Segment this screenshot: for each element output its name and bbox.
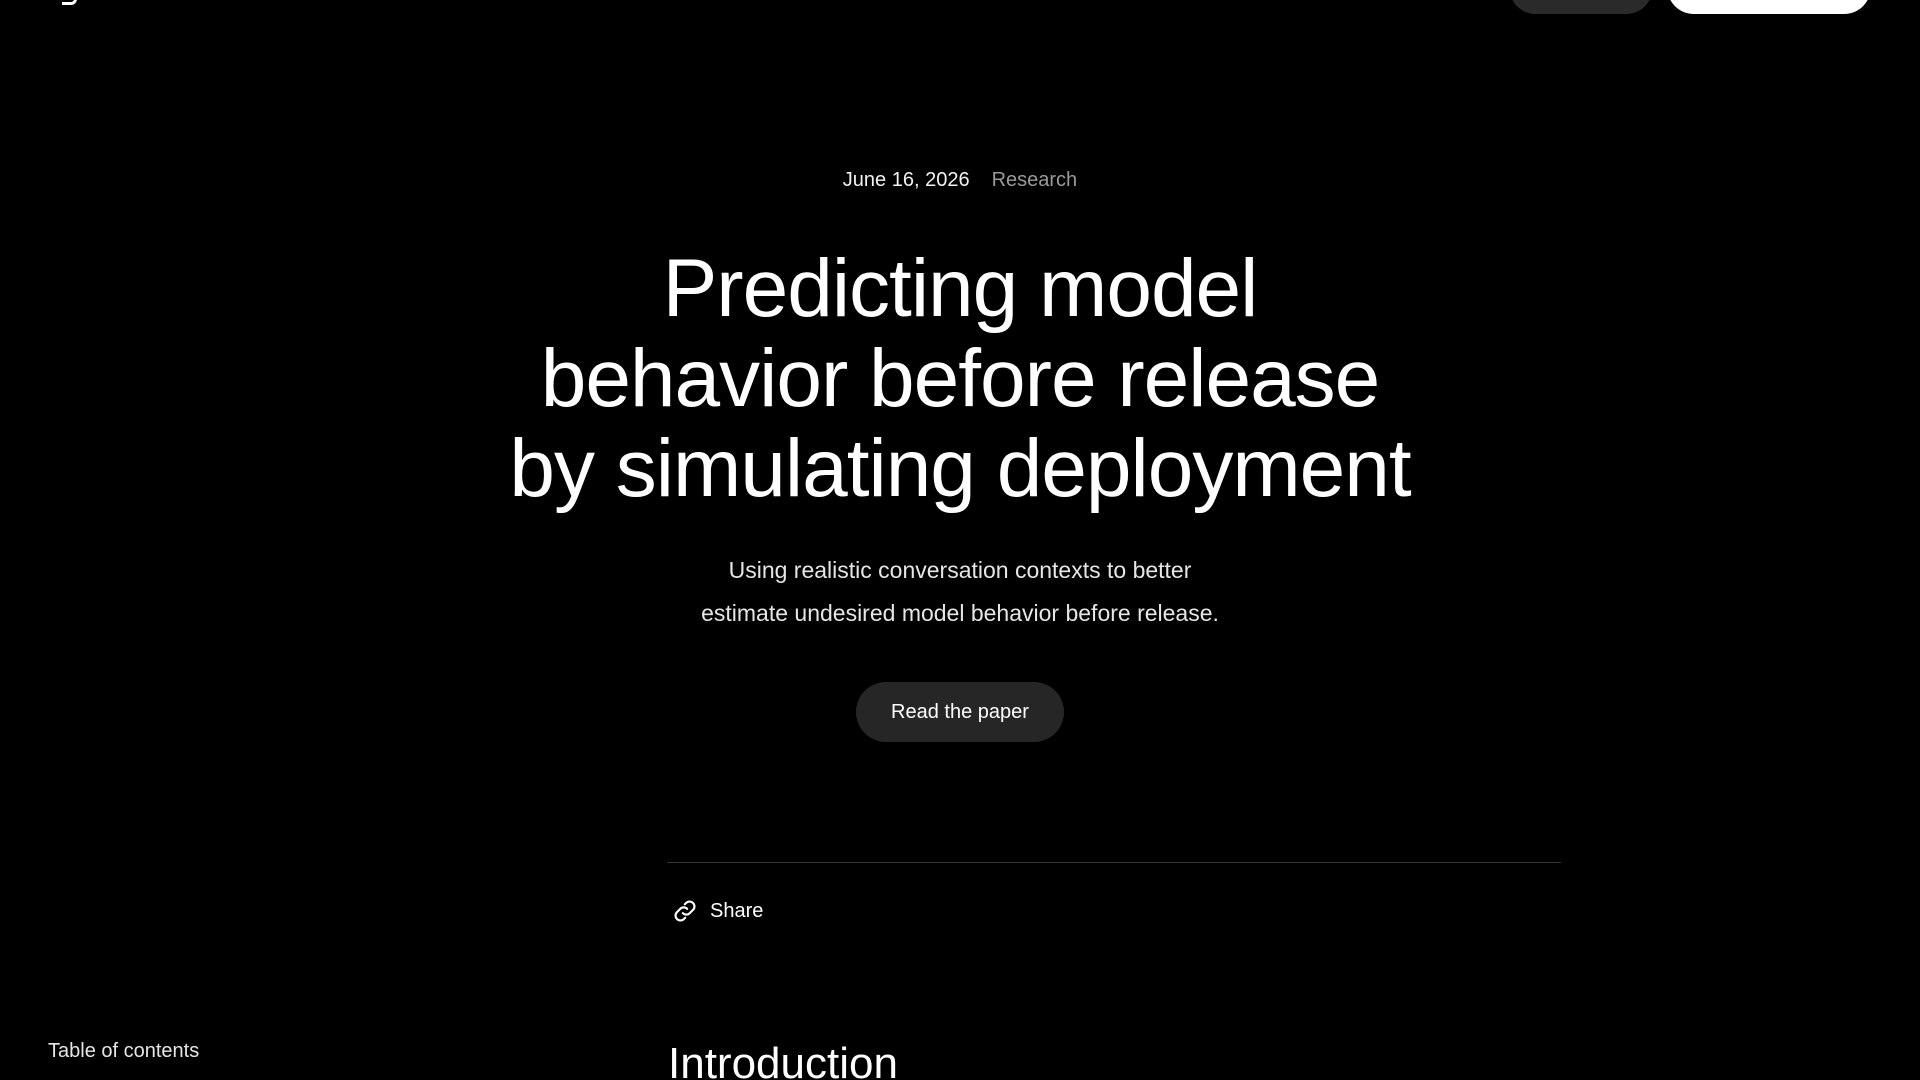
article-meta: June 16, 2026 Research [0, 166, 1920, 194]
nav-secondary-button[interactable] [1509, 0, 1653, 14]
share-label: Share [710, 899, 764, 922]
logo-icon[interactable] [62, 0, 77, 5]
subtitle-line: estimate undesired model behavior before… [701, 600, 1219, 626]
article-subtitle: Using realistic conversation contexts to… [0, 549, 1920, 635]
title-line: behavior before release [540, 333, 1381, 424]
share-button[interactable]: Share [672, 896, 763, 926]
table-of-contents-toggle[interactable]: Table of contents [48, 1038, 199, 1064]
article-page: June 16, 2026 Research Predicting model b… [0, 0, 1920, 1080]
title-line: Predicting model [662, 243, 1259, 334]
publish-date: June 16, 2026 [842, 169, 970, 191]
link-icon [674, 900, 696, 922]
page-title: Predicting model behavior before release… [0, 244, 1920, 514]
divider [667, 862, 1561, 863]
nav-primary-button[interactable] [1667, 0, 1871, 14]
read-paper-button[interactable]: Read the paper [856, 682, 1064, 742]
category-label[interactable]: Research [992, 169, 1078, 191]
subtitle-line: Using realistic conversation contexts to… [728, 557, 1192, 583]
title-line: by simulating deployment [509, 423, 1411, 514]
section-heading-introduction: Introduction [668, 1039, 898, 1080]
